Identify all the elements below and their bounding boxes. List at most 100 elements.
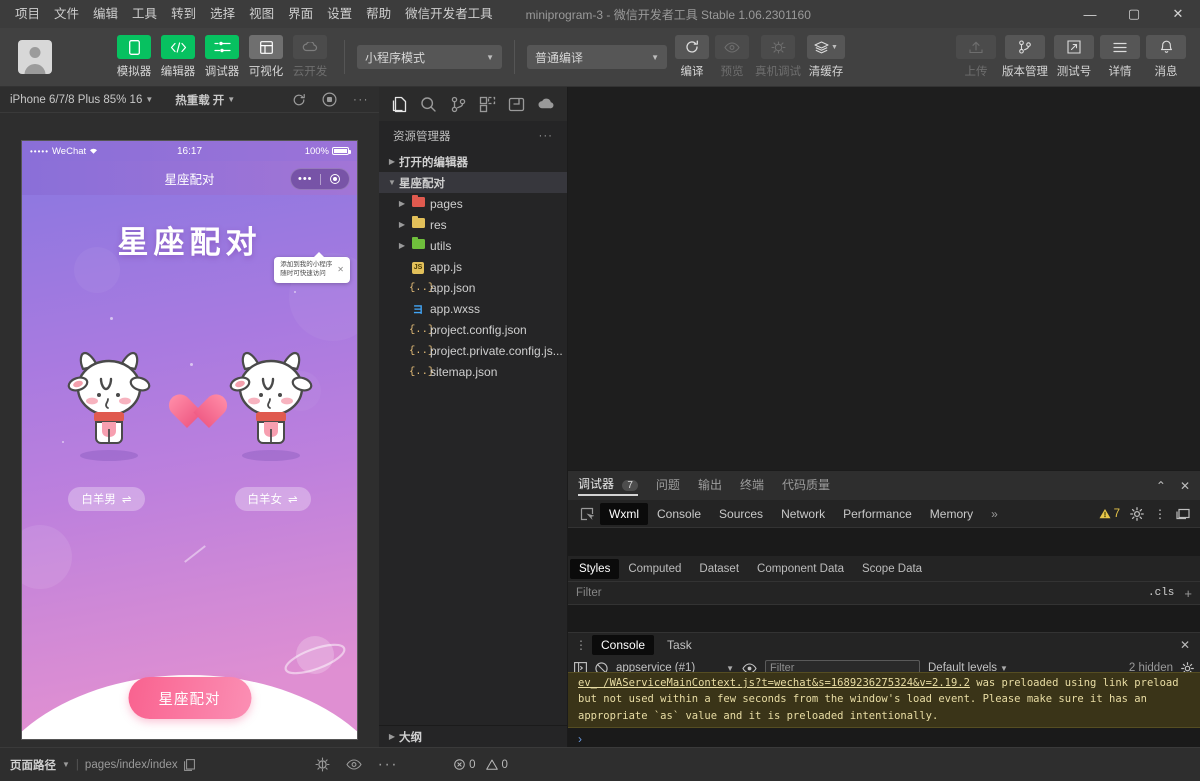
file-tree-item-res[interactable]: ▶ res	[379, 214, 567, 235]
minimize-button[interactable]: —	[1068, 0, 1112, 28]
kebab-menu-icon[interactable]: ⋮	[1154, 511, 1166, 517]
file-tree-item-app-json[interactable]: ▶ {..} app.json	[379, 277, 567, 298]
debugger-toggle-button[interactable]: 调试器	[200, 35, 244, 79]
menu-item-ui[interactable]: 界面	[281, 0, 320, 28]
tab-sources[interactable]: Sources	[710, 503, 772, 525]
file-tree-item-project-config[interactable]: ▶ {..} project.config.json	[379, 319, 567, 340]
file-tree-item-app-js[interactable]: ▶ JS app.js	[379, 256, 567, 277]
console-warning-message[interactable]: ev_ /WAServiceMainContext.js?t=wechat&s=…	[568, 672, 1200, 728]
tab-scope-data[interactable]: Scope Data	[853, 559, 931, 579]
debug-panel-icon[interactable]	[502, 89, 531, 119]
tab-styles[interactable]: Styles	[570, 559, 619, 579]
console-message-link[interactable]: ev_ /WAServiceMainContext.js?t=wechat&s=…	[578, 677, 970, 689]
page-path-label[interactable]: 页面路径	[10, 757, 56, 773]
more-icon[interactable]: ···	[378, 756, 398, 774]
menu-item-goto[interactable]: 转到	[164, 0, 203, 28]
file-tree-item-utils[interactable]: ▶ utils	[379, 235, 567, 256]
tab-wxml[interactable]: Wxml	[600, 503, 648, 525]
preview-button[interactable]: 预览	[715, 35, 749, 79]
tab-network[interactable]: Network	[772, 503, 834, 525]
tab-dataset[interactable]: Dataset	[690, 559, 748, 579]
element-picker-icon[interactable]	[574, 507, 600, 521]
match-button[interactable]: 星座配对	[128, 677, 251, 719]
visual-toggle-button[interactable]: 可视化	[244, 35, 288, 79]
upload-button[interactable]: 上传	[956, 35, 996, 79]
details-button[interactable]: 详情	[1100, 35, 1140, 79]
tab-computed[interactable]: Computed	[619, 559, 690, 579]
mode-select[interactable]: 小程序模式 ▼	[357, 45, 502, 69]
add-to-favorites-tooltip[interactable]: 添加到我的小程序 随时可快速访问 ✕	[274, 257, 350, 283]
maximize-button[interactable]: ▢	[1112, 0, 1156, 28]
tab-code-quality[interactable]: 代码质量	[782, 476, 830, 495]
device-select[interactable]: iPhone 6/7/8 Plus 85% 16 ▼	[10, 94, 153, 106]
drawer-tab-console[interactable]: Console	[592, 635, 654, 655]
close-button[interactable]: ✕	[1156, 0, 1200, 28]
file-tree-item-sitemap[interactable]: ▶ {..} sitemap.json	[379, 361, 567, 382]
close-icon[interactable]: ✕	[337, 265, 344, 274]
drawer-menu-icon[interactable]: ⋮	[574, 642, 588, 648]
gear-icon[interactable]	[1130, 507, 1144, 521]
menu-item-select[interactable]: 选择	[203, 0, 242, 28]
female-zodiac-select[interactable]: 白羊女 ⇌	[235, 487, 311, 511]
messages-button[interactable]: 消息	[1146, 35, 1186, 79]
collapse-icon[interactable]: ⌃	[1156, 479, 1166, 493]
real-device-debug-button[interactable]: 真机调试	[755, 35, 801, 79]
menu-item-settings[interactable]: 设置	[320, 0, 359, 28]
warning-badge[interactable]: 7	[1099, 508, 1120, 520]
menu-item-project[interactable]: 项目	[8, 0, 47, 28]
compile-select[interactable]: 普通编译 ▼	[527, 45, 667, 69]
performance-icon[interactable]	[315, 757, 330, 772]
cloud-toggle-button[interactable]: 云开发	[288, 35, 332, 79]
tab-overflow-icon[interactable]: »	[982, 503, 1007, 525]
menu-item-view[interactable]: 视图	[242, 0, 281, 28]
test-account-button[interactable]: 测试号	[1054, 35, 1094, 79]
copy-icon[interactable]	[184, 759, 195, 771]
source-control-icon[interactable]	[444, 89, 473, 119]
explorer-section-open-editors[interactable]: ▶ 打开的编辑器	[379, 151, 567, 172]
menu-item-devtools[interactable]: 微信开发者工具	[398, 0, 500, 28]
menu-item-help[interactable]: 帮助	[359, 0, 398, 28]
file-tree-item-pages[interactable]: ▶ pages	[379, 193, 567, 214]
tab-debugger[interactable]: 调试器 7	[578, 475, 638, 496]
chevron-down-icon[interactable]: ▼	[62, 760, 70, 769]
hot-reload-select[interactable]: 热重载 开 ▼	[175, 92, 235, 108]
rotate-icon[interactable]	[292, 93, 306, 107]
editor-area[interactable]	[568, 87, 1200, 470]
compile-button[interactable]: 编译	[675, 35, 709, 79]
eye-icon[interactable]	[346, 759, 362, 770]
drawer-tab-task[interactable]: Task	[658, 635, 701, 655]
tab-performance[interactable]: Performance	[834, 503, 921, 525]
tab-problems[interactable]: 问题	[656, 476, 680, 495]
wxml-tree-area[interactable]	[568, 528, 1200, 556]
capsule-close-icon[interactable]	[321, 174, 350, 184]
extensions-icon[interactable]	[473, 89, 502, 119]
version-control-button[interactable]: 版本管理	[1002, 35, 1048, 79]
clear-cache-button[interactable]: ▼ 清缓存	[807, 35, 845, 79]
female-mascot-icon[interactable]	[223, 343, 319, 455]
explorer-section-project[interactable]: ▼ 星座配对	[379, 172, 567, 193]
files-icon[interactable]	[385, 89, 414, 119]
phone-simulator[interactable]: ••••• WeChat 16:17 100% 星座配对 •••	[21, 140, 358, 740]
styles-content-area[interactable]	[568, 605, 1200, 632]
tab-memory[interactable]: Memory	[921, 503, 982, 525]
explorer-more-icon[interactable]: ···	[539, 130, 554, 142]
record-icon[interactable]	[322, 92, 337, 107]
capsule-menu-icon[interactable]: •••	[291, 173, 320, 185]
search-icon[interactable]	[414, 89, 443, 119]
more-icon[interactable]: ···	[353, 94, 369, 106]
dock-icon[interactable]	[1176, 508, 1190, 520]
file-tree-item-project-private-config[interactable]: ▶ {..} project.private.config.js...	[379, 340, 567, 361]
wechat-capsule-button[interactable]: •••	[290, 168, 350, 190]
cloud-debug-icon[interactable]	[532, 89, 561, 119]
tab-terminal[interactable]: 终端	[740, 476, 764, 495]
menu-item-tools[interactable]: 工具	[125, 0, 164, 28]
male-zodiac-select[interactable]: 白羊男 ⇌	[68, 487, 144, 511]
add-style-rule-icon[interactable]: +	[1184, 586, 1192, 601]
phone-screen[interactable]: 星座配对 添加到我的小程序 随时可快速访问 ✕	[22, 195, 357, 740]
editor-toggle-button[interactable]: 编辑器	[156, 35, 200, 79]
tab-console[interactable]: Console	[648, 503, 710, 525]
tab-output[interactable]: 输出	[698, 476, 722, 495]
close-icon[interactable]: ✕	[1180, 638, 1194, 652]
file-tree-item-app-wxss[interactable]: ▶ ヨ app.wxss	[379, 298, 567, 319]
menu-item-file[interactable]: 文件	[47, 0, 86, 28]
